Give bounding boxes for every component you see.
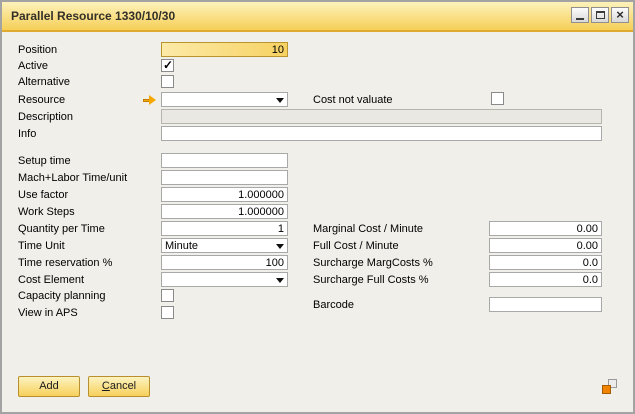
info-input[interactable] xyxy=(161,126,602,141)
close-icon: × xyxy=(616,9,624,21)
quantity-per-time-label: Quantity per Time xyxy=(18,222,105,237)
surcharge-full-costs-label: Surcharge Full Costs % xyxy=(313,273,429,288)
cancel-button[interactable]: Cancel xyxy=(88,376,150,397)
cost-element-label: Cost Element xyxy=(18,273,84,288)
info-label: Info xyxy=(18,127,36,142)
capacity-planning-checkbox[interactable]: ✓ xyxy=(161,289,174,302)
full-cost-label: Full Cost / Minute xyxy=(313,239,399,254)
chevron-down-icon xyxy=(276,98,284,103)
barcode-input[interactable] xyxy=(489,297,602,312)
description-input xyxy=(161,109,602,124)
barcode-label: Barcode xyxy=(313,298,354,313)
resource-label: Resource xyxy=(18,93,65,108)
work-steps-input[interactable] xyxy=(161,204,288,219)
marginal-cost-input[interactable] xyxy=(489,221,602,236)
description-label: Description xyxy=(18,110,73,125)
cost-not-valuate-label: Cost not valuate xyxy=(313,93,393,108)
position-input[interactable] xyxy=(161,42,288,57)
cost-element-dropdown[interactable] xyxy=(161,272,288,287)
active-checkbox[interactable]: ✓ xyxy=(161,59,174,72)
time-reservation-label: Time reservation % xyxy=(18,256,112,271)
window-title: Parallel Resource 1330/10/30 xyxy=(11,9,175,23)
alternative-label: Alternative xyxy=(18,75,70,90)
time-unit-value: Minute xyxy=(165,240,198,252)
view-in-aps-label: View in APS xyxy=(18,306,78,321)
minimize-icon xyxy=(576,18,584,20)
position-label: Position xyxy=(18,43,57,58)
alternative-checkbox[interactable]: ✓ xyxy=(161,75,174,88)
chevron-down-icon xyxy=(276,278,284,283)
form-resize-icon[interactable] xyxy=(602,379,617,394)
parallel-resource-window: Parallel Resource 1330/10/30 × Position … xyxy=(0,0,635,414)
surcharge-margcosts-label: Surcharge MargCosts % xyxy=(313,256,433,271)
mach-labor-time-label: Mach+Labor Time/unit xyxy=(18,171,127,186)
use-factor-input[interactable] xyxy=(161,187,288,202)
cost-not-valuate-checkbox[interactable]: ✓ xyxy=(491,92,504,105)
time-reservation-input[interactable] xyxy=(161,255,288,270)
link-arrow-icon[interactable] xyxy=(143,94,157,107)
surcharge-full-costs-input[interactable] xyxy=(489,272,602,287)
capacity-planning-label: Capacity planning xyxy=(18,289,105,304)
close-button[interactable]: × xyxy=(611,7,629,23)
active-label: Active xyxy=(18,59,48,74)
maximize-icon xyxy=(596,11,605,19)
quantity-per-time-input[interactable] xyxy=(161,221,288,236)
time-unit-label: Time Unit xyxy=(18,239,65,254)
maximize-button[interactable] xyxy=(591,7,609,23)
marginal-cost-label: Marginal Cost / Minute xyxy=(313,222,423,237)
view-in-aps-checkbox[interactable]: ✓ xyxy=(161,306,174,319)
chevron-down-icon xyxy=(276,244,284,249)
setup-time-input[interactable] xyxy=(161,153,288,168)
window-controls: × xyxy=(571,7,629,23)
add-button[interactable]: Add xyxy=(18,376,80,397)
mach-labor-time-input[interactable] xyxy=(161,170,288,185)
time-unit-dropdown[interactable]: Minute xyxy=(161,238,288,253)
work-steps-label: Work Steps xyxy=(18,205,75,220)
full-cost-input[interactable] xyxy=(489,238,602,253)
setup-time-label: Setup time xyxy=(18,154,71,169)
resource-dropdown[interactable] xyxy=(161,92,288,107)
surcharge-margcosts-input[interactable] xyxy=(489,255,602,270)
checkmark-icon: ✓ xyxy=(163,58,173,72)
use-factor-label: Use factor xyxy=(18,188,68,203)
minimize-button[interactable] xyxy=(571,7,589,23)
titlebar: Parallel Resource 1330/10/30 × xyxy=(2,2,633,32)
